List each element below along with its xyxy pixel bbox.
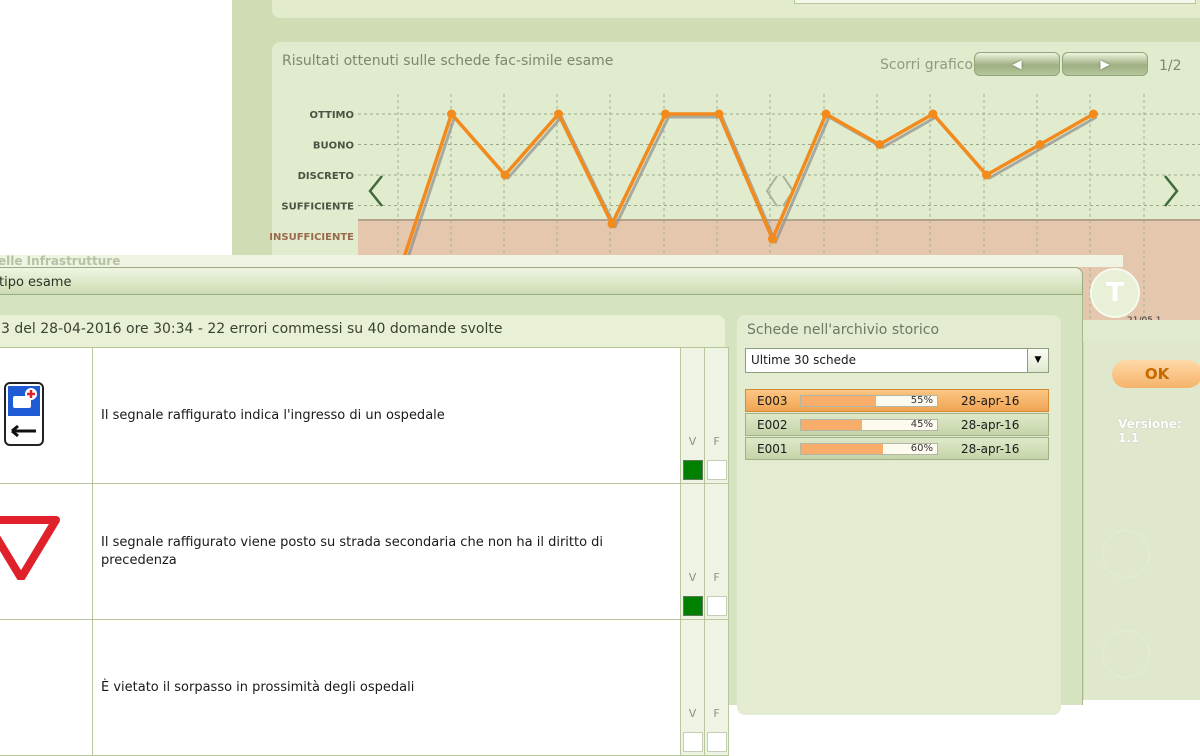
- y-axis-label: BUONO: [313, 141, 354, 152]
- answer-f-cell: F: [704, 619, 729, 756]
- test-panel: 3 del 28-04-2016 ore 30:34 - 22 errori c…: [0, 315, 729, 756]
- question-table: Il segnale raffigurato indica l'ingresso…: [0, 347, 729, 756]
- answer-v-checkbox[interactable]: [683, 460, 703, 480]
- score-percent: 60%: [910, 443, 933, 454]
- ministry-text: elle Infrastrutture: [0, 254, 121, 268]
- y-axis-label: OTTIMO: [309, 110, 354, 121]
- data-point: [875, 140, 884, 149]
- archive-row-date: 28-apr-16: [961, 442, 1020, 456]
- answer-v-label: V: [688, 435, 697, 448]
- window-title: tipo esame: [0, 275, 72, 290]
- answer-v-label: V: [688, 707, 697, 720]
- archive-title: Schede nell'archivio storico: [747, 322, 940, 338]
- y-axis-label: SUFFICIENTE: [281, 202, 354, 213]
- question-text: È vietato il sorpasso in prossimità degl…: [92, 619, 681, 756]
- archive-row-date: 28-apr-16: [961, 394, 1020, 408]
- answer-v-cell: V: [680, 619, 705, 756]
- archive-row-code: E003: [757, 394, 788, 408]
- archive-filter-value: Ultime 30 schede: [751, 353, 856, 367]
- archive-panel: Schede nell'archivio storico Ultime 30 s…: [737, 315, 1061, 715]
- data-point: [1035, 140, 1045, 149]
- archive-row[interactable]: E003 55% 28-apr-16: [745, 389, 1049, 412]
- data-point: [982, 170, 991, 180]
- hospital-sign-icon: [4, 382, 44, 446]
- answer-f-label: F: [713, 435, 720, 448]
- chevron-down-icon[interactable]: ▼: [1027, 349, 1048, 372]
- question-text: Il segnale raffigurato indica l'ingresso…: [92, 347, 681, 484]
- answer-f-label: F: [713, 707, 720, 720]
- answer-v-label: V: [688, 571, 697, 584]
- x-tick-label: 21/05.1: [1127, 316, 1162, 320]
- question-image-cell: [0, 619, 93, 756]
- answer-f-checkbox[interactable]: [707, 596, 727, 616]
- chart-prev-icon: [368, 175, 383, 207]
- answer-f-checkbox[interactable]: [707, 732, 727, 752]
- answer-v-cell: V: [680, 483, 705, 620]
- question-text: Il segnale raffigurato viene posto su st…: [92, 483, 681, 620]
- archive-row-code: E002: [757, 418, 788, 432]
- data-point: [447, 109, 456, 119]
- yield-sign-icon: [0, 516, 60, 580]
- score-progress-fill: [801, 420, 863, 430]
- score-progress-fill: [801, 444, 883, 454]
- question-image-cell: [0, 347, 93, 484]
- y-axis-label: DISCRETO: [298, 171, 354, 182]
- data-point: [928, 109, 938, 119]
- archive-list: E003 55% 28-apr-16 E002 45% 28-apr-16 E001 60% 2…: [745, 389, 1049, 461]
- score-percent: 55%: [910, 395, 933, 406]
- answer-f-cell: F: [704, 347, 729, 484]
- data-point: [661, 109, 670, 119]
- data-point: [554, 109, 563, 119]
- archive-row-date: 28-apr-16: [961, 418, 1020, 432]
- data-point: [714, 109, 724, 119]
- window-body: 3 del 28-04-2016 ore 30:34 - 22 errori c…: [0, 295, 1083, 756]
- score-progress-bar: 45%: [800, 419, 938, 431]
- data-point: [768, 234, 777, 244]
- score-progress-fill: [801, 396, 876, 406]
- data-point: [1089, 109, 1098, 119]
- answer-v-cell: V: [680, 347, 705, 484]
- question-row: È vietato il sorpasso in prossimità degl…: [0, 619, 729, 756]
- answer-f-label: F: [713, 571, 720, 584]
- score-progress-bar: 55%: [800, 395, 938, 407]
- question-image-cell: [0, 483, 93, 620]
- window-titlebar[interactable]: tipo esame: [0, 267, 1083, 295]
- data-point: [500, 170, 510, 180]
- archive-filter-select[interactable]: Ultime 30 schede ▼: [745, 348, 1049, 373]
- exam-review-window: elle Infrastrutture tipo esame 3 del 28-…: [0, 254, 1123, 756]
- header-strip: elle Infrastrutture: [0, 254, 1123, 268]
- data-point: [821, 109, 831, 119]
- ok-button[interactable]: OK: [1112, 360, 1200, 388]
- question-row: Il segnale raffigurato indica l'ingresso…: [0, 347, 729, 484]
- archive-row[interactable]: E001 60% 28-apr-16: [745, 437, 1049, 460]
- archive-row[interactable]: E002 45% 28-apr-16: [745, 413, 1049, 436]
- data-point: [607, 219, 617, 229]
- chart-next-icon: [1164, 175, 1179, 207]
- version-label: Versione: 1.1: [1118, 417, 1182, 445]
- answer-v-checkbox[interactable]: [683, 732, 703, 752]
- score-percent: 45%: [910, 419, 933, 430]
- answer-v-checkbox[interactable]: [683, 596, 703, 616]
- y-axis-label: INSUFFICIENTE: [269, 232, 354, 243]
- question-row: Il segnale raffigurato viene posto su st…: [0, 483, 729, 620]
- archive-row-code: E001: [757, 442, 788, 456]
- test-summary: 3 del 28-04-2016 ore 30:34 - 22 errori c…: [1, 321, 503, 337]
- score-progress-bar: 60%: [800, 443, 938, 455]
- answer-f-checkbox[interactable]: [707, 460, 727, 480]
- answer-f-cell: F: [704, 483, 729, 620]
